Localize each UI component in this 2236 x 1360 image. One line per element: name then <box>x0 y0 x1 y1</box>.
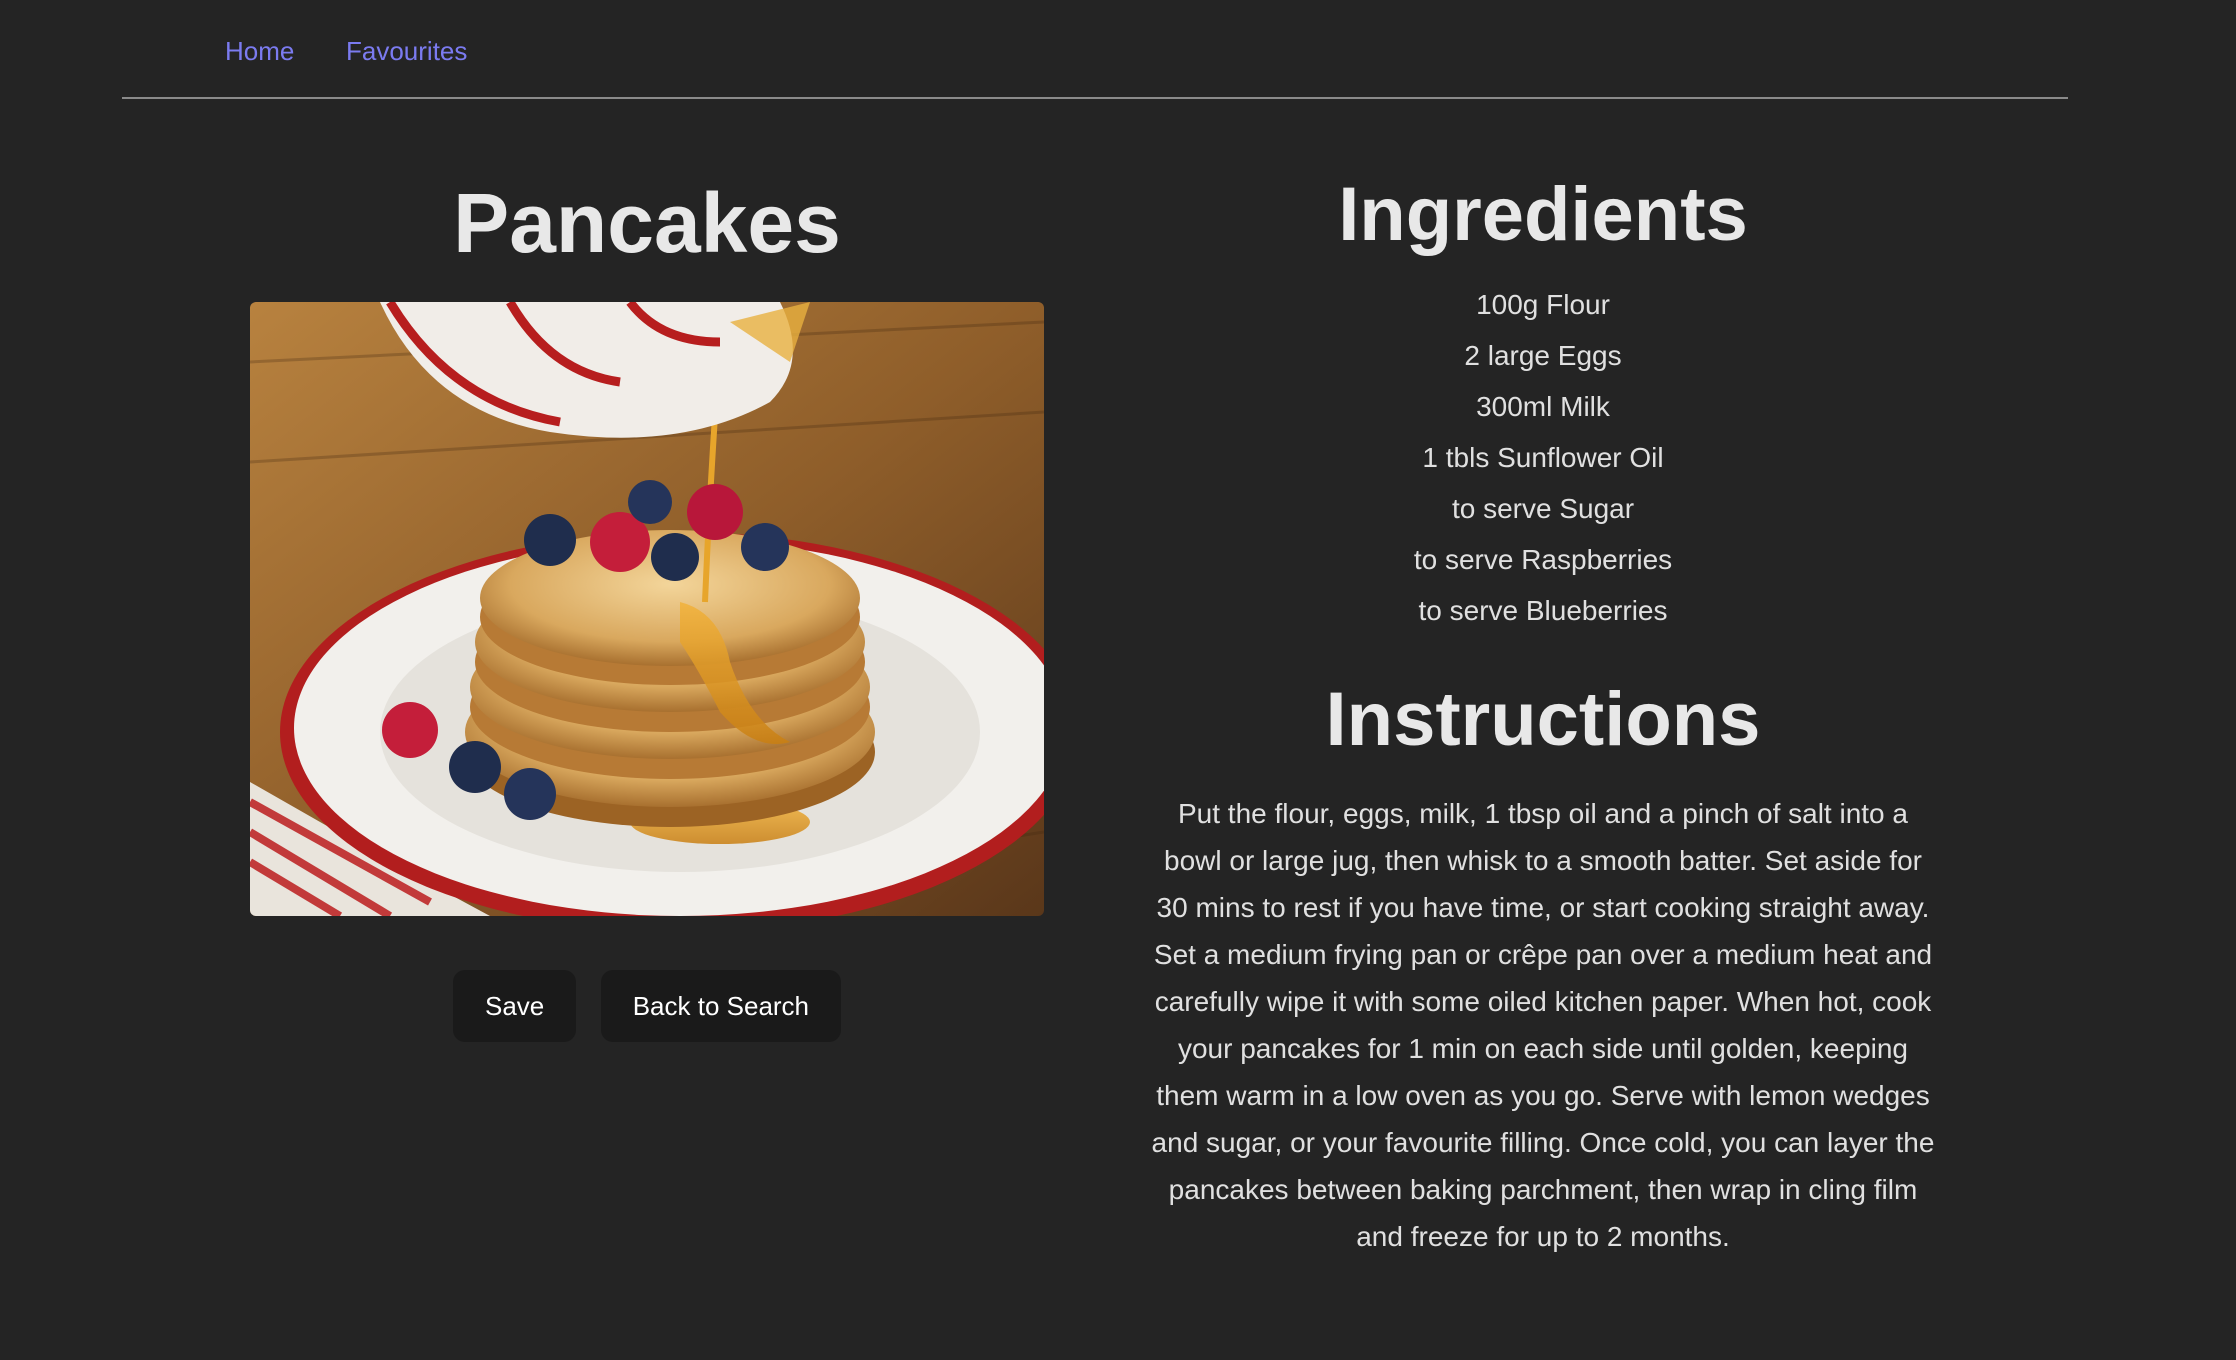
pancakes-photo <box>250 302 1044 916</box>
action-buttons: Save Back to Search <box>250 970 1044 1042</box>
ingredient-item: to serve Blueberries <box>1418 595 1668 626</box>
ingredient-item: 2 large Eggs <box>1464 340 1622 371</box>
top-nav: Home Favourites <box>122 0 2068 99</box>
ingredient-item: 100g Flour <box>1476 289 1610 320</box>
ingredient-item: 1 tbls Sunflower Oil <box>1422 442 1664 473</box>
instructions-text: Put the flour, eggs, milk, 1 tbsp oil an… <box>1151 798 1935 1252</box>
recipe-panel: Pancakes Save Back to Search <box>250 170 1044 1042</box>
ingredients-list: 100g Flour 2 large Eggs 300ml Milk 1 tbl… <box>1140 279 1946 636</box>
ingredient-item: 300ml Milk <box>1476 391 1610 422</box>
nav-link-home[interactable]: Home <box>225 36 294 67</box>
recipe-image <box>250 302 1044 916</box>
ingredient-item: to serve Sugar <box>1451 493 1635 524</box>
ingredients-title: Ingredients <box>1338 172 1748 257</box>
ingredient-item: to serve Raspberries <box>1413 544 1673 575</box>
save-button[interactable]: Save <box>452 970 577 1042</box>
nav-link-favourites[interactable]: Favourites <box>346 36 467 67</box>
back-to-search-button[interactable]: Back to Search <box>600 970 842 1042</box>
recipe-details: Ingredients 100g Flour 2 large Eggs 300m… <box>1140 165 1946 1260</box>
recipe-title: Pancakes <box>453 176 841 270</box>
instructions-title: Instructions <box>1325 677 1761 762</box>
